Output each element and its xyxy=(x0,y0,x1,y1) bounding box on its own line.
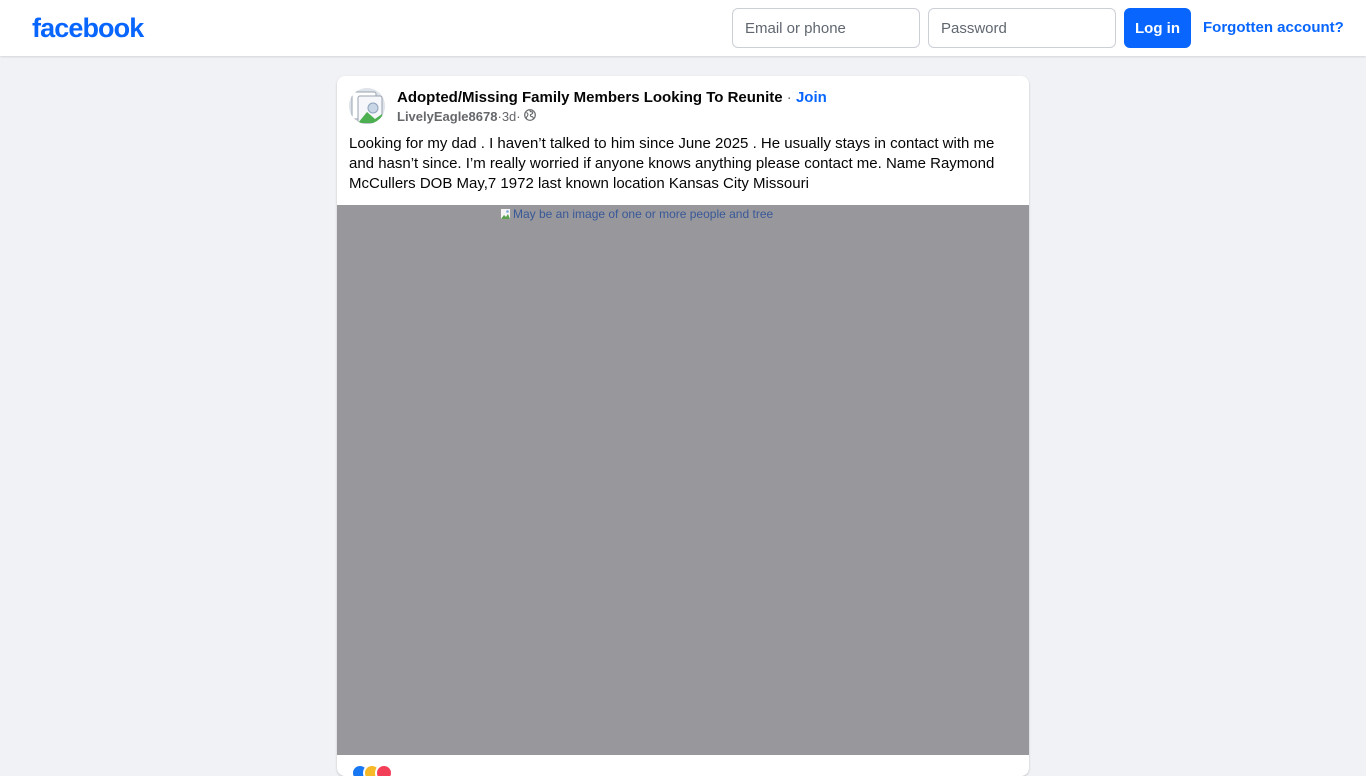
header-separator: · xyxy=(782,89,796,106)
love-reaction-icon xyxy=(375,764,393,776)
password-input[interactable] xyxy=(928,8,1116,48)
globe-icon[interactable] xyxy=(523,109,536,125)
broken-image-placeholder: May be an image of one or more people an… xyxy=(500,207,773,221)
post-meta: LivelyEagle8678 · 3d · xyxy=(397,109,536,125)
post-card: Adopted/Missing Family Members Looking T… xyxy=(337,76,1029,776)
post-header: Adopted/Missing Family Members Looking T… xyxy=(397,88,827,108)
post-timestamp-link[interactable]: 3d xyxy=(502,109,516,125)
image-alt-text: May be an image of one or more people an… xyxy=(513,207,774,221)
post-message: Looking for my dad . I haven’t talked to… xyxy=(349,135,995,192)
log-in-button[interactable]: Log in xyxy=(1124,8,1191,48)
group-name-link[interactable]: Adopted/Missing Family Members Looking T… xyxy=(397,89,783,106)
email-or-phone-input[interactable] xyxy=(732,8,920,48)
broken-image-icon xyxy=(500,207,512,221)
forgotten-account-link[interactable]: Forgotten account? xyxy=(1203,18,1344,38)
facebook-logo[interactable]: facebook xyxy=(32,11,144,45)
join-group-link[interactable]: Join xyxy=(796,89,827,106)
top-bar: facebook Log in Forgotten account? xyxy=(0,0,1366,56)
reaction-summary[interactable] xyxy=(351,764,393,776)
group-photo-icon xyxy=(349,88,385,124)
author-link[interactable]: LivelyEagle8678 xyxy=(397,109,497,125)
post-photo[interactable]: May be an image of one or more people an… xyxy=(337,205,1029,755)
group-avatar[interactable] xyxy=(349,88,385,124)
meta-separator-2: · xyxy=(516,109,521,124)
